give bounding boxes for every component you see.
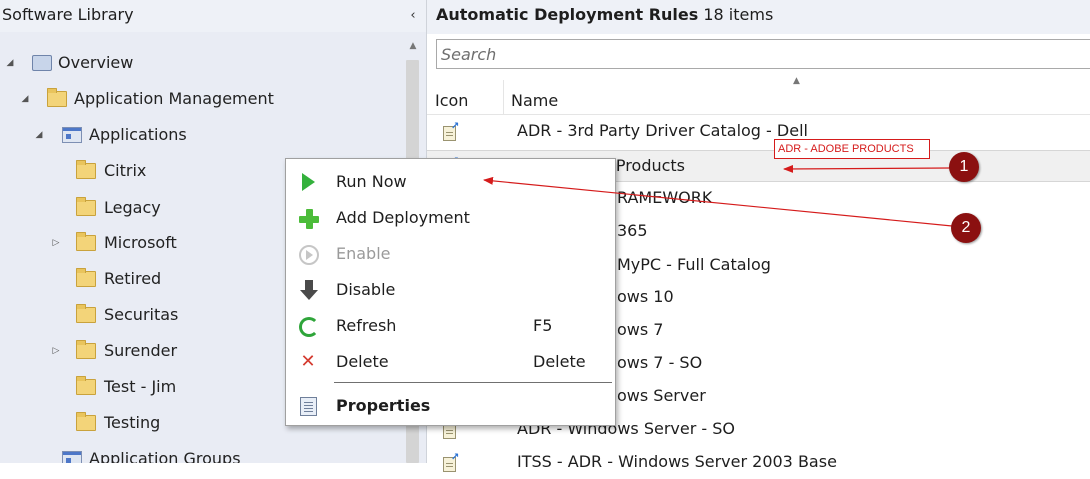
rule-name: ows 7 - SO <box>617 353 703 372</box>
navigation-title: Software Library <box>2 5 134 24</box>
folder-icon <box>76 340 96 359</box>
expander-icon[interactable]: ▷ <box>50 227 62 259</box>
rule-name: 365 <box>617 221 648 240</box>
expander-icon[interactable]: ◢ <box>33 119 45 151</box>
menu-item-properties[interactable]: Properties <box>286 388 615 424</box>
folder-icon <box>47 88 67 107</box>
menu-item-shortcut: F5 <box>533 316 553 335</box>
applications-icon <box>62 127 82 143</box>
menu-item-label: Disable <box>336 280 396 299</box>
rule-name: ADR - 3rd Party Driver Catalog - Dell <box>517 121 808 140</box>
tree-item-label: Securitas <box>104 305 179 324</box>
table-row[interactable]: ↗ ITSS - ADR - Windows Server 2003 Base <box>427 447 1090 479</box>
tree-item-label: Test - Jim <box>104 377 177 396</box>
folder-icon <box>76 304 96 323</box>
run-now-icon <box>298 172 318 192</box>
annotation-badge-1: 1 <box>949 152 979 182</box>
folder-icon <box>76 412 96 431</box>
menu-item-add-deployment[interactable]: Add Deployment <box>286 200 615 236</box>
menu-separator-highlight <box>334 383 612 384</box>
folder-icon <box>76 197 96 216</box>
properties-icon <box>298 396 318 416</box>
column-header-name[interactable]: Name <box>511 91 558 110</box>
rule-name: ows 7 <box>617 320 664 339</box>
rule-name: MyPC - Full Catalog <box>617 255 771 274</box>
menu-item-shortcut: Delete <box>533 352 586 371</box>
tree-item-label: Citrix <box>104 161 147 180</box>
folder-icon <box>76 376 96 395</box>
folder-icon <box>76 268 96 287</box>
tree-item-label: Surender <box>104 341 178 360</box>
menu-item-label: Run Now <box>336 172 407 191</box>
menu-item-disable[interactable]: Disable <box>286 272 615 308</box>
results-header: Automatic Deployment Rules 18 items <box>427 0 1090 34</box>
menu-item-label: Enable <box>336 244 391 263</box>
deployment-rule-icon: ↗ <box>443 453 459 472</box>
folder-icon <box>76 232 96 251</box>
expander-icon[interactable]: ◢ <box>4 47 16 79</box>
context-menu: Run Now Add Deployment Enable Disable Re… <box>285 158 616 426</box>
annotation-badge-2: 2 <box>951 213 981 243</box>
tree-item-application-management[interactable]: ◢ Application Management <box>0 83 400 115</box>
column-divider[interactable] <box>503 80 504 114</box>
tree-item-applications[interactable]: ◢ Applications <box>0 119 400 151</box>
tree-item-application-groups[interactable]: Application Groups <box>0 443 400 463</box>
results-title: Automatic Deployment Rules 18 items <box>436 5 773 24</box>
navigation-header: Software Library ‹ <box>0 0 426 32</box>
rule-name: ows 10 <box>617 287 674 306</box>
disable-icon <box>298 280 318 300</box>
expander-icon[interactable]: ▷ <box>50 335 62 367</box>
column-headers: ▲ Icon Name <box>427 76 1090 115</box>
menu-item-refresh[interactable]: Refresh F5 <box>286 308 615 344</box>
results-title-text: Automatic Deployment Rules <box>436 5 699 24</box>
tree-item-label: Application Management <box>74 89 274 108</box>
tree-item-label: Overview <box>58 53 134 72</box>
annotation-callout: ADR - ADOBE PRODUCTS <box>774 139 930 159</box>
table-row[interactable]: ↗ ADR - 3rd Party Driver Catalog - Dell <box>427 116 1090 148</box>
tree-item-label: Legacy <box>104 198 161 217</box>
tree-item-label: Application Groups <box>89 449 241 463</box>
rule-name: ITSS - ADR - Windows Server 2003 Base <box>517 452 837 471</box>
refresh-icon <box>298 316 319 337</box>
tree-item-label: Retired <box>104 269 162 288</box>
delete-icon: ✕ <box>300 351 316 372</box>
tree-item-label: Testing <box>104 413 161 432</box>
menu-item-run-now[interactable]: Run Now <box>286 164 615 200</box>
tree-item-label: Applications <box>89 125 187 144</box>
enable-icon <box>298 244 319 265</box>
menu-item-label: Properties <box>336 396 431 415</box>
menu-item-label: Refresh <box>336 316 397 335</box>
add-icon <box>298 208 319 229</box>
expander-icon[interactable]: ◢ <box>19 83 31 115</box>
applications-icon <box>62 451 82 463</box>
menu-item-enable: Enable <box>286 236 615 272</box>
overview-icon <box>32 55 52 71</box>
search-input[interactable] <box>436 39 1090 69</box>
deployment-rule-icon: ↗ <box>443 122 459 141</box>
sort-ascending-icon: ▲ <box>793 76 800 86</box>
column-header-icon[interactable]: Icon <box>435 91 468 110</box>
scroll-up-icon[interactable]: ▲ <box>404 38 422 54</box>
collapse-pane-button[interactable]: ‹ <box>405 6 421 26</box>
tree-item-label: Microsoft <box>104 233 177 252</box>
rule-name: RAMEWORK <box>617 188 713 207</box>
rule-name: ows Server <box>617 386 706 405</box>
tree-item-overview[interactable]: ◢ Overview <box>0 47 400 79</box>
folder-icon <box>76 160 96 179</box>
menu-item-label: Add Deployment <box>336 208 470 227</box>
menu-item-label: Delete <box>336 352 389 371</box>
results-count: 18 items <box>703 5 774 24</box>
menu-item-delete[interactable]: ✕ Delete Delete <box>286 344 615 380</box>
